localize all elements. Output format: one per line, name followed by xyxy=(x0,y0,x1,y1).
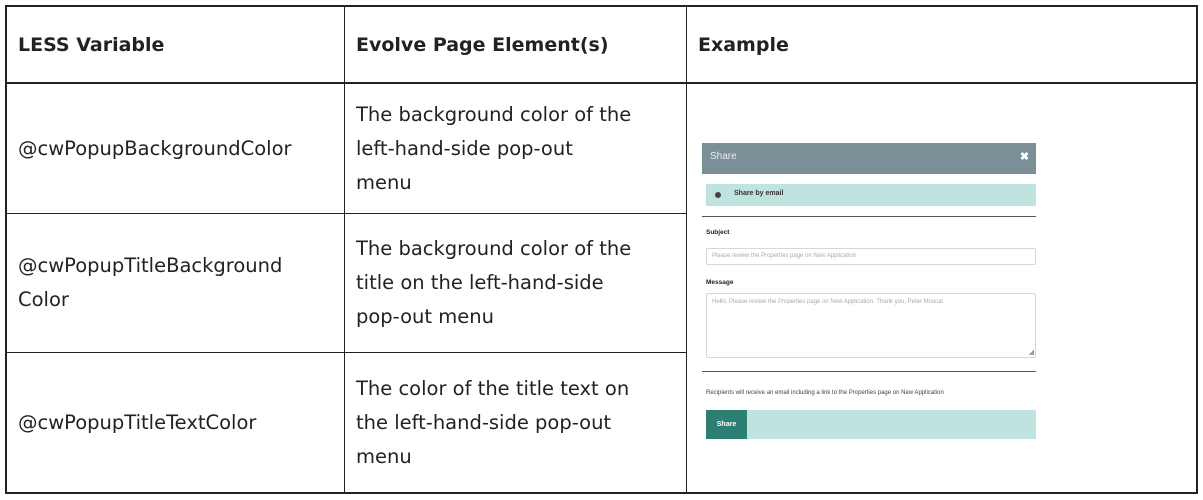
variable-name-line: Color xyxy=(18,288,69,311)
element-description-line: The background color of the xyxy=(356,237,632,260)
message-label: Message xyxy=(706,279,734,286)
recipients-note: Recipients will receive an email includi… xyxy=(706,390,944,396)
element-description-line: The background color of the xyxy=(356,102,632,126)
popup-title-bar: Share ✖ xyxy=(702,143,1036,174)
close-icon[interactable]: ✖ xyxy=(1019,152,1030,163)
subject-value: Please review the Properties page on New… xyxy=(712,253,857,259)
variable-name: @cwPopupBackgroundColor xyxy=(18,136,292,160)
table-row-2-element: The background color of the title on the… xyxy=(345,214,686,352)
resize-handle-icon[interactable]: ◢ xyxy=(1029,349,1034,356)
message-value: Hello, Please review the Properties page… xyxy=(712,299,944,305)
table-row-1-variable: @cwPopupBackgroundColor xyxy=(7,84,344,213)
subject-label: Subject xyxy=(706,229,730,236)
element-description-line: menu xyxy=(356,444,412,468)
subject-input[interactable]: Please review the Properties page on New… xyxy=(706,248,1036,265)
element-description-line: menu xyxy=(356,170,412,194)
table-row-2-variable: @cwPopupTitleBackground Color xyxy=(7,214,344,352)
header-less-variable: LESS Variable xyxy=(18,33,165,56)
table-row-1-element: The background color of the left-hand-si… xyxy=(345,84,686,213)
share-by-email-option[interactable]: Share by email xyxy=(706,184,1036,206)
popup-title: Share xyxy=(710,151,737,162)
element-description-line: title on the left-hand-side xyxy=(356,271,604,294)
radio-selected-icon xyxy=(715,192,721,198)
divider xyxy=(702,371,1036,372)
popup-footer-bar: Share xyxy=(706,410,1036,439)
variable-name-line: @cwPopupTitleBackground xyxy=(18,254,283,277)
element-description-line: the left-hand-side pop-out xyxy=(356,410,612,434)
example-share-popup: Share ✖ Share by email Subject Please re… xyxy=(702,143,1036,443)
share-button[interactable]: Share xyxy=(706,410,747,439)
variable-name: @cwPopupTitleTextColor xyxy=(18,410,257,434)
table-row-3-variable: @cwPopupTitleTextColor xyxy=(7,353,344,492)
element-description-line: pop-out menu xyxy=(356,305,494,328)
table-border-bottom xyxy=(5,492,1198,494)
table-border-right xyxy=(1196,5,1198,494)
message-textarea[interactable]: Hello, Please review the Properties page… xyxy=(706,293,1036,358)
table-row-3-element: The color of the title text on the left-… xyxy=(345,353,686,492)
header-example: Example xyxy=(698,33,789,56)
share-option-label: Share by email xyxy=(734,190,784,197)
element-description-line: left-hand-side pop-out xyxy=(356,136,573,160)
element-description-line: The color of the title text on xyxy=(356,376,630,400)
divider xyxy=(702,216,1036,217)
header-page-elements: Evolve Page Element(s) xyxy=(356,33,609,56)
